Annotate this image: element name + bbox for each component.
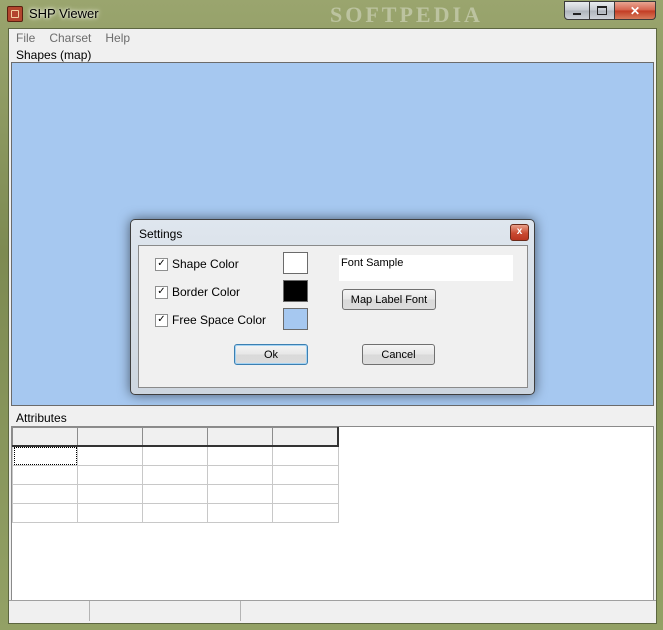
title-bar[interactable]: SHP Viewer SOFTPEDIA ✕ — [0, 0, 663, 28]
grid-cell[interactable] — [207, 503, 273, 523]
grid-cell[interactable] — [207, 465, 273, 485]
app-icon[interactable] — [7, 6, 23, 22]
shape-color-swatch[interactable] — [283, 252, 308, 274]
menu-charset[interactable]: Charset — [42, 29, 98, 48]
grid-header-cell[interactable] — [272, 427, 339, 447]
grid-cell[interactable] — [77, 484, 143, 504]
minimize-button[interactable] — [564, 1, 590, 20]
border-color-checkbox[interactable]: ✓ — [155, 285, 168, 299]
close-icon: ✕ — [629, 3, 641, 18]
grid-cell[interactable] — [12, 465, 78, 485]
attributes-panel-label: Attributes — [16, 411, 67, 425]
table-row — [12, 484, 339, 504]
shape-color-checkbox[interactable]: ✓ — [155, 257, 168, 271]
grid-header-cell[interactable] — [77, 427, 143, 447]
grid-header-cell[interactable] — [12, 427, 78, 447]
attributes-grid[interactable] — [12, 427, 339, 523]
grid-cell[interactable] — [77, 503, 143, 523]
grid-header-cell[interactable] — [207, 427, 273, 447]
grid-header-cell[interactable] — [142, 427, 208, 447]
cancel-button[interactable]: Cancel — [362, 344, 435, 365]
shape-color-option[interactable]: ✓ Shape Color — [155, 257, 239, 271]
shapes-panel-label: Shapes (map) — [16, 48, 92, 62]
dialog-close-button[interactable]: x — [510, 224, 529, 241]
menu-help[interactable]: Help — [98, 29, 137, 48]
free-space-color-swatch[interactable] — [283, 308, 308, 330]
grid-cell[interactable] — [272, 484, 339, 504]
status-panel — [90, 601, 241, 621]
grid-cell[interactable] — [207, 445, 273, 466]
shape-color-label: Shape Color — [172, 257, 239, 271]
settings-dialog: Settings x ✓ Shape Color ✓ Border Color … — [130, 219, 535, 395]
close-button[interactable]: ✕ — [615, 1, 656, 20]
grid-cell[interactable] — [142, 445, 208, 466]
maximize-icon — [597, 6, 607, 15]
map-label-font-button[interactable]: Map Label Font — [342, 289, 436, 310]
grid-cell[interactable] — [142, 465, 208, 485]
menu-bar: File Charset Help — [9, 29, 656, 48]
status-panel — [9, 601, 90, 621]
grid-cell[interactable] — [77, 465, 143, 485]
grid-cell[interactable] — [12, 484, 78, 504]
grid-cell[interactable] — [207, 484, 273, 504]
dialog-title: Settings — [139, 227, 183, 241]
window-title: SHP Viewer — [29, 6, 99, 21]
close-icon: x — [516, 226, 523, 237]
status-bar — [9, 600, 656, 623]
grid-cell[interactable] — [12, 503, 78, 523]
ok-button[interactable]: Ok — [234, 344, 308, 365]
menu-file[interactable]: File — [9, 29, 42, 48]
grid-header-row — [12, 427, 339, 447]
grid-cell[interactable] — [272, 503, 339, 523]
caption-buttons: ✕ — [564, 1, 656, 20]
maximize-button[interactable] — [590, 1, 615, 20]
border-color-option[interactable]: ✓ Border Color — [155, 285, 240, 299]
grid-cell[interactable] — [142, 503, 208, 523]
border-color-label: Border Color — [172, 285, 241, 299]
free-space-color-checkbox[interactable]: ✓ — [155, 313, 168, 327]
font-sample-box: Font Sample — [339, 255, 513, 281]
free-space-color-option[interactable]: ✓ Free Space Color — [155, 313, 266, 327]
table-row — [12, 465, 339, 485]
grid-cell[interactable] — [272, 465, 339, 485]
border-color-swatch[interactable] — [283, 280, 308, 302]
free-space-color-label: Free Space Color — [172, 313, 267, 327]
attributes-grid-area[interactable] — [11, 426, 654, 601]
grid-cell[interactable] — [272, 445, 339, 466]
minimize-icon — [573, 12, 581, 15]
dialog-body: ✓ Shape Color ✓ Border Color ✓ Free Spac… — [138, 245, 528, 388]
grid-cell[interactable] — [142, 484, 208, 504]
table-row — [12, 445, 339, 466]
watermark-logo: SOFTPEDIA — [330, 2, 483, 27]
app-window: SHP Viewer SOFTPEDIA ✕ File Charset Help… — [0, 0, 663, 630]
grid-cell-selected[interactable] — [12, 445, 78, 466]
table-row — [12, 503, 339, 523]
grid-cell[interactable] — [77, 445, 143, 466]
